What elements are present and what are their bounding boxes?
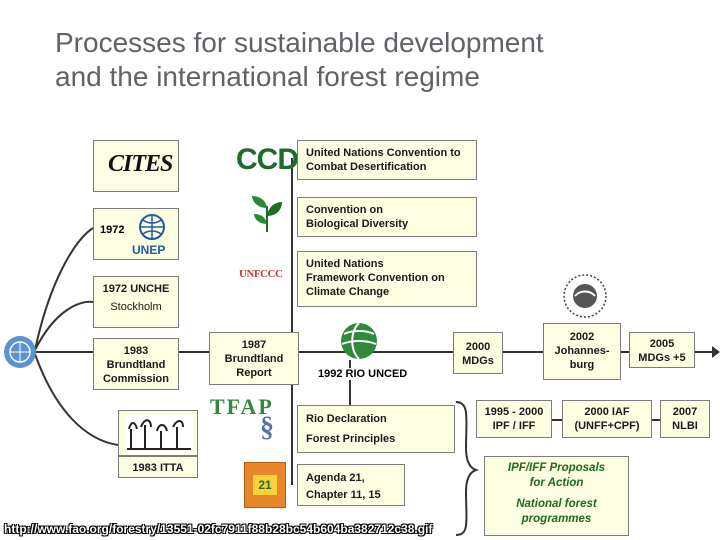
rio-declaration-box: Rio Declaration Forest Principles xyxy=(297,405,455,453)
johannesburg-line3: burg xyxy=(569,359,595,371)
agenda21-logo: 21 xyxy=(253,475,277,495)
nlbi-label: NLBI xyxy=(672,420,698,432)
ipf-iff-label: IPF / IFF xyxy=(492,420,536,432)
brundtland-report-line3: Report xyxy=(236,367,272,379)
johannesburg-box: 2002 Johannes- burg xyxy=(543,323,621,380)
brundtland-commission-line3: Commission xyxy=(102,373,169,385)
source-url: http://www.fao.org/forestry/13551-02fc79… xyxy=(4,522,433,536)
rio-line1: Rio Declaration xyxy=(306,413,387,425)
unep-globe-icon xyxy=(139,214,165,240)
unep-logo: UNEP xyxy=(132,243,166,257)
mdgs-2000-box: 2000 MDGs xyxy=(453,332,503,374)
mdgs-2005-label: MDGs +5 xyxy=(638,352,686,364)
itta-label: 1983 ITTA xyxy=(132,462,184,474)
cbd-line2: Biological Diversity xyxy=(306,218,409,230)
unche-box: 1972 UNCHE Stockholm xyxy=(93,276,179,328)
unche-title: 1972 UNCHE xyxy=(102,283,170,295)
iaf-label: (UNFF+CPF) xyxy=(574,420,640,432)
section-symbol-icon: § xyxy=(260,412,274,443)
brundtland-commission-year: 1983 xyxy=(123,345,149,357)
cites-logo: CITES xyxy=(108,151,173,177)
johannesburg-year: 2002 xyxy=(569,331,595,343)
cites-box: CITES xyxy=(93,140,179,192)
itta-box: 1983 ITTA xyxy=(118,456,198,478)
mdgs-2000-year: 2000 xyxy=(465,341,491,353)
ccd-line2: Combat Desertification xyxy=(306,161,427,173)
itta-trees-icon xyxy=(125,415,193,453)
curve-to-unche xyxy=(34,300,94,351)
agenda21-line2: Chapter 11, 15 xyxy=(306,489,381,501)
ipf-iff-box: 1995 - 2000 IPF / IFF xyxy=(476,400,552,438)
unfccc-line2: Framework Convention on xyxy=(306,272,445,284)
mdgs-2005-box: 2005 MDGs +5 xyxy=(629,332,695,368)
unfccc-box: United Nations Framework Convention on C… xyxy=(297,251,477,307)
itta-logo-box xyxy=(118,410,198,456)
ccd-logo: CCD xyxy=(236,143,299,176)
unced-globe-icon xyxy=(341,322,377,360)
ipf-iff-years: 1995 - 2000 xyxy=(484,406,544,418)
brundtland-commission-line2: Brundtland xyxy=(106,359,166,371)
unche-place: Stockholm xyxy=(110,301,162,313)
ccd-line1: United Nations Convention to xyxy=(306,147,461,159)
brundtland-report-year: 1987 xyxy=(241,339,267,351)
timeline-arrowhead xyxy=(712,346,720,358)
curve-to-unep xyxy=(34,227,94,351)
unced-label: 1992 RIO UNCED xyxy=(318,368,408,380)
unep-box: 1972 UNEP xyxy=(93,208,179,260)
unfccc-line1: United Nations xyxy=(306,258,384,270)
unfccc-line3: Climate Change xyxy=(306,286,390,298)
agenda21-box: Agenda 21, Chapter 11, 15 xyxy=(297,464,405,506)
nfp-line2: programmes xyxy=(521,513,592,525)
cbd-leaf-icon xyxy=(252,196,282,232)
nfp-line1: National forest xyxy=(516,498,597,510)
proposals-line2: for Action xyxy=(529,477,584,489)
proposals-box: IPF/IFF Proposals for Action National fo… xyxy=(484,456,629,536)
iaf-title: 2000 IAF xyxy=(584,406,630,418)
proposals-line1: IPF/IFF Proposals xyxy=(507,462,606,474)
nlbi-year: 2007 xyxy=(672,406,698,418)
mdgs-2005-year: 2005 xyxy=(649,338,675,350)
agenda21-line1: Agenda 21, xyxy=(306,472,365,484)
agenda21-book-icon: 21 xyxy=(244,462,286,508)
cbd-box: Convention on Biological Diversity xyxy=(297,197,477,237)
ccd-box: United Nations Convention to Combat Dese… xyxy=(297,140,477,180)
brundtland-commission-box: 1983 Brundtland Commission xyxy=(93,338,179,390)
nlbi-box: 2007 NLBI xyxy=(660,400,710,438)
johannesburg-line2: Johannes- xyxy=(554,345,610,357)
brundtland-report-line2: Brundtland xyxy=(224,353,284,365)
cbd-line1: Convention on xyxy=(306,204,383,216)
brundtland-report-box: 1987 Brundtland Report xyxy=(209,332,299,385)
unep-year: 1972 xyxy=(100,224,125,236)
mdgs-2000-label: MDGs xyxy=(462,355,494,367)
johannesburg-logo-icon xyxy=(563,274,607,318)
un-emblem-icon xyxy=(4,336,36,368)
iaf-box: 2000 IAF (UNFF+CPF) xyxy=(562,400,652,438)
unfccc-logo: UNFCCC xyxy=(239,268,283,280)
rio-line2: Forest Principles xyxy=(306,433,396,445)
brace xyxy=(455,401,480,536)
